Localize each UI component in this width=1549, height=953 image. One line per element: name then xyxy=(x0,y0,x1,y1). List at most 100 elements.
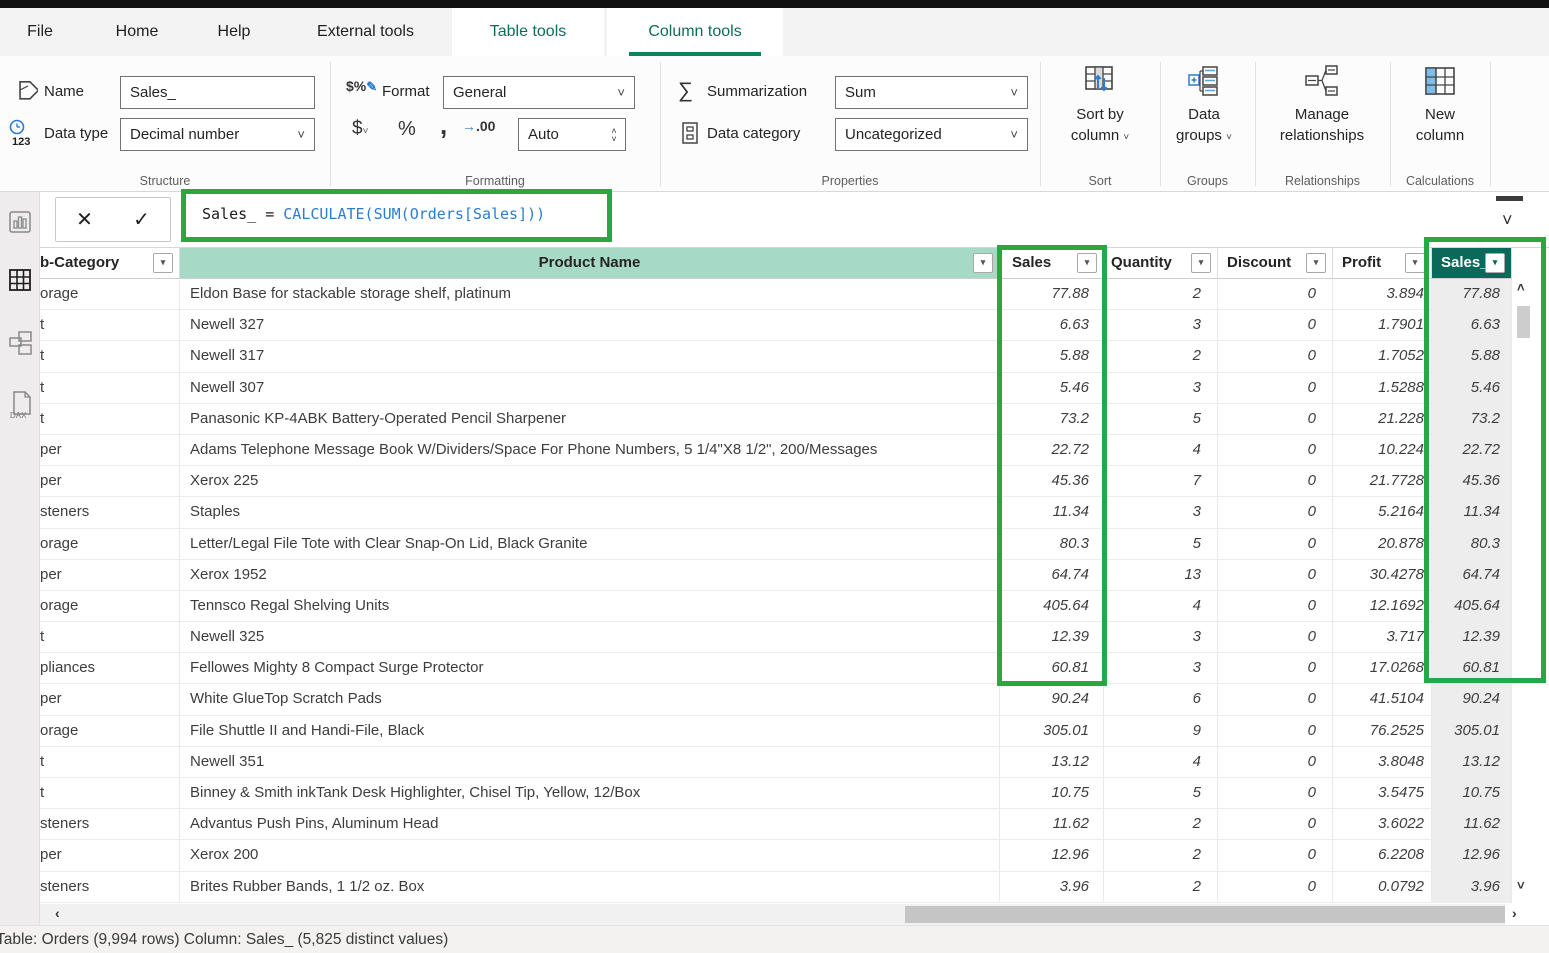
filter-dropdown-icon[interactable]: ▾ xyxy=(1485,253,1505,273)
tab-table-tools[interactable]: Table tools xyxy=(452,8,604,56)
cell-product[interactable]: Newell 351 xyxy=(180,747,1000,778)
cell-sub_category[interactable]: orage xyxy=(40,279,180,310)
tab-column-tools[interactable]: Column tools xyxy=(607,8,783,56)
stepper-arrows[interactable]: ˄ ˅ xyxy=(603,119,625,150)
cell-profit[interactable]: 1.7052 xyxy=(1333,341,1432,372)
cell-sub_category[interactable]: per xyxy=(40,684,180,715)
percent-format-button[interactable]: % xyxy=(398,118,416,141)
format-select[interactable]: General ˅ xyxy=(443,76,635,109)
report-view-icon[interactable] xyxy=(8,210,32,234)
cell-sales[interactable]: 13.12 xyxy=(1000,747,1104,778)
column-name-input[interactable]: Sales_ xyxy=(120,76,315,109)
tab-external-tools[interactable]: External tools xyxy=(293,8,438,56)
cell-sub_category[interactable]: t xyxy=(40,747,180,778)
cell-sub_category[interactable]: steners xyxy=(40,872,180,903)
cell-discount[interactable]: 0 xyxy=(1218,435,1333,466)
cell-quantity[interactable]: 3 xyxy=(1104,497,1218,528)
cell-sales[interactable]: 45.36 xyxy=(1000,466,1104,497)
cell-discount[interactable]: 0 xyxy=(1218,622,1333,653)
cell-discount[interactable]: 0 xyxy=(1218,840,1333,871)
cell-sales_[interactable]: 10.75 xyxy=(1432,778,1512,809)
dax-query-view-icon[interactable]: DAX xyxy=(8,390,34,420)
data-category-select[interactable]: Uncategorized ˅ xyxy=(835,118,1028,151)
cell-product[interactable]: White GlueTop Scratch Pads xyxy=(180,684,1000,715)
cell-profit[interactable]: 21.228 xyxy=(1333,404,1432,435)
cell-quantity[interactable]: 6 xyxy=(1104,684,1218,715)
summarization-select[interactable]: Sum ˅ xyxy=(835,76,1028,109)
cell-sales_[interactable]: 73.2 xyxy=(1432,404,1512,435)
cell-profit[interactable]: 5.2164 xyxy=(1333,497,1432,528)
cell-sales[interactable]: 80.3 xyxy=(1000,529,1104,560)
manage-relationships-button[interactable]: Manage relationships xyxy=(1257,64,1387,146)
cell-discount[interactable]: 0 xyxy=(1218,809,1333,840)
cell-discount[interactable]: 0 xyxy=(1218,341,1333,372)
cell-sales[interactable]: 12.96 xyxy=(1000,840,1104,871)
cell-sub_category[interactable]: orage xyxy=(40,716,180,747)
cell-profit[interactable]: 30.4278 xyxy=(1333,560,1432,591)
cell-sales[interactable]: 5.46 xyxy=(1000,373,1104,404)
scroll-right-icon[interactable]: › xyxy=(1512,905,1517,921)
cell-profit[interactable]: 20.878 xyxy=(1333,529,1432,560)
cell-quantity[interactable]: 4 xyxy=(1104,591,1218,622)
tab-help[interactable]: Help xyxy=(203,8,265,56)
cell-product[interactable]: Newell 307 xyxy=(180,373,1000,404)
table-row[interactable]: perXerox 195264.7413030.427864.74 xyxy=(40,560,1549,591)
cell-profit[interactable]: 0.0792 xyxy=(1333,872,1432,903)
cell-product[interactable]: Xerox 1952 xyxy=(180,560,1000,591)
column-header-profit[interactable]: Profit ▾ xyxy=(1333,248,1432,279)
cell-profit[interactable]: 1.5288 xyxy=(1333,373,1432,404)
cell-product[interactable]: Newell 325 xyxy=(180,622,1000,653)
cell-discount[interactable]: 0 xyxy=(1218,560,1333,591)
cell-product[interactable]: Brites Rubber Bands, 1 1/2 oz. Box xyxy=(180,872,1000,903)
cell-product[interactable]: Panasonic KP-4ABK Battery-Operated Penci… xyxy=(180,404,1000,435)
vertical-scrollbar[interactable]: ˄ ˅ xyxy=(1512,250,1536,902)
table-row[interactable]: tNewell 3175.88201.70525.88 xyxy=(40,341,1549,372)
horizontal-scrollbar[interactable]: ‹ › xyxy=(40,904,1549,925)
cell-sales[interactable]: 305.01 xyxy=(1000,716,1104,747)
filter-dropdown-icon[interactable]: ▾ xyxy=(1077,253,1097,273)
table-row[interactable]: stenersBrites Rubber Bands, 1 1/2 oz. Bo… xyxy=(40,872,1549,903)
column-header-sub-category[interactable]: b-Category ▾ xyxy=(40,248,180,279)
horizontal-scrollbar-thumb[interactable] xyxy=(905,906,1505,923)
column-header-sales-underscore-selected[interactable]: Sales_ ▾ xyxy=(1432,248,1512,279)
table-row[interactable]: stenersStaples11.34305.216411.34 xyxy=(40,497,1549,528)
filter-dropdown-icon[interactable]: ▾ xyxy=(1405,253,1425,273)
cell-quantity[interactable]: 3 xyxy=(1104,310,1218,341)
cell-sales[interactable]: 11.34 xyxy=(1000,497,1104,528)
cell-sales_[interactable]: 3.96 xyxy=(1432,872,1512,903)
cell-sub_category[interactable]: orage xyxy=(40,591,180,622)
cell-profit[interactable]: 10.224 xyxy=(1333,435,1432,466)
cell-sales[interactable]: 22.72 xyxy=(1000,435,1104,466)
cell-discount[interactable]: 0 xyxy=(1218,529,1333,560)
formula-bar-resize-handle[interactable] xyxy=(1496,196,1523,201)
cell-profit[interactable]: 3.5475 xyxy=(1333,778,1432,809)
cell-sub_category[interactable]: steners xyxy=(40,497,180,528)
cell-sub_category[interactable]: pliances xyxy=(40,653,180,684)
cell-sub_category[interactable]: per xyxy=(40,435,180,466)
cell-sub_category[interactable]: steners xyxy=(40,809,180,840)
table-row[interactable]: tBinney & Smith inkTank Desk Highlighter… xyxy=(40,778,1549,809)
cell-quantity[interactable]: 3 xyxy=(1104,622,1218,653)
column-header-sales[interactable]: Sales ▾ xyxy=(1000,248,1104,279)
cell-profit[interactable]: 3.8048 xyxy=(1333,747,1432,778)
table-row[interactable]: perXerox 20012.96206.220812.96 xyxy=(40,840,1549,871)
cell-quantity[interactable]: 13 xyxy=(1104,560,1218,591)
table-row[interactable]: tPanasonic KP-4ABK Battery-Operated Penc… xyxy=(40,404,1549,435)
cell-sales[interactable]: 60.81 xyxy=(1000,653,1104,684)
cell-sales[interactable]: 405.64 xyxy=(1000,591,1104,622)
scroll-left-icon[interactable]: ‹ xyxy=(55,905,60,921)
cell-sub_category[interactable]: t xyxy=(40,310,180,341)
cell-product[interactable]: Staples xyxy=(180,497,1000,528)
stepper-down-icon[interactable]: ˅ xyxy=(611,135,616,143)
tab-home[interactable]: Home xyxy=(103,8,171,56)
cell-quantity[interactable]: 4 xyxy=(1104,747,1218,778)
cell-profit[interactable]: 3.717 xyxy=(1333,622,1432,653)
cell-sales_[interactable]: 5.46 xyxy=(1432,373,1512,404)
sort-by-column-button[interactable]: Sort by column ˅ xyxy=(1042,64,1158,148)
table-row[interactable]: tNewell 35113.12403.804813.12 xyxy=(40,747,1549,778)
formula-bar-expand-icon[interactable]: ˅ xyxy=(1502,210,1513,231)
table-row[interactable]: tNewell 3276.63301.79016.63 xyxy=(40,310,1549,341)
cell-product[interactable]: Letter/Legal File Tote with Clear Snap-O… xyxy=(180,529,1000,560)
cancel-formula-icon[interactable]: ✕ xyxy=(76,207,93,232)
table-row[interactable]: pliancesFellowes Mighty 8 Compact Surge … xyxy=(40,653,1549,684)
